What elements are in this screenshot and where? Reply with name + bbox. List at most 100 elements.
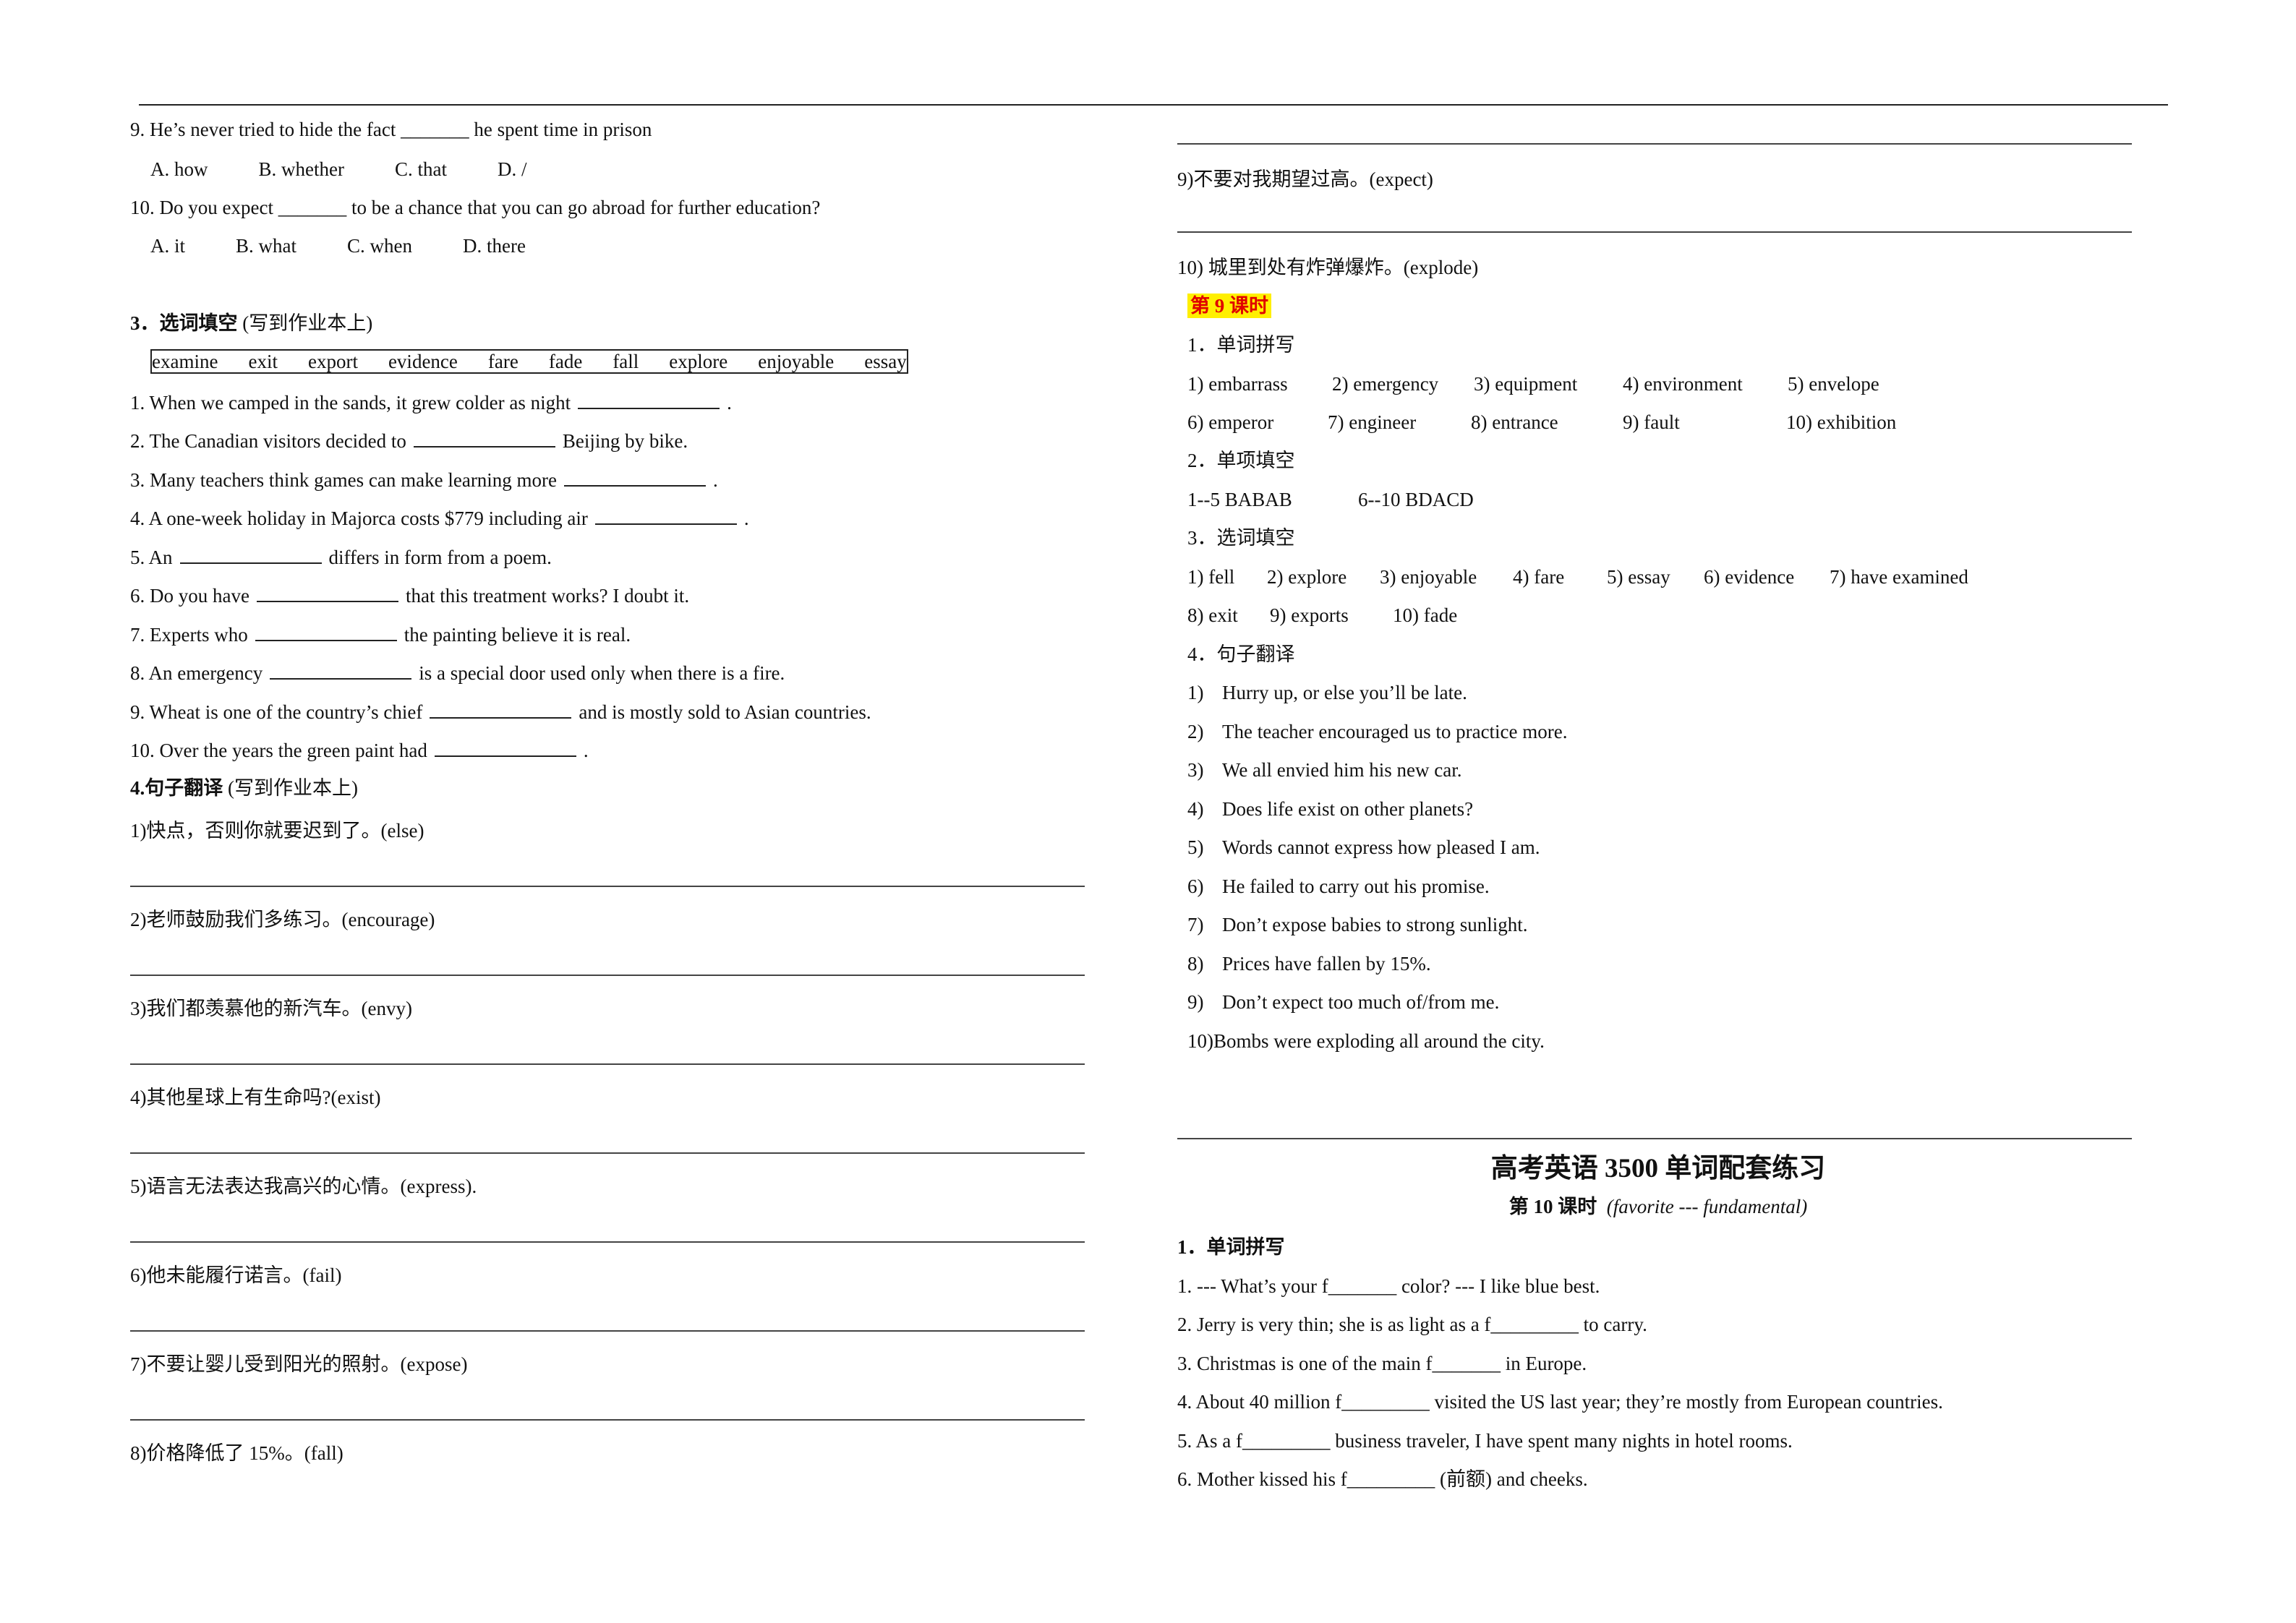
word-bank-item: export bbox=[307, 351, 358, 372]
mc-options-9: A. how B. whether C. that D. / bbox=[150, 157, 577, 181]
answer-blank[interactable] bbox=[430, 701, 572, 719]
mc-option: D. / bbox=[497, 158, 527, 180]
fill-item-text: Beijing by bike. bbox=[562, 430, 688, 452]
fill-item: 8. An emergency is a special door used on… bbox=[130, 661, 785, 685]
section-divider bbox=[1177, 1138, 2132, 1139]
answer-number: 1) bbox=[1187, 682, 1204, 703]
answer: 2) emergency bbox=[1332, 373, 1439, 395]
answer-number: 9) bbox=[1187, 991, 1204, 1013]
sentence-answer: 4) Does life exist on other planets? bbox=[1187, 797, 1473, 821]
fill-item-text: 9. Wheat is one of the country’s chief bbox=[130, 701, 423, 723]
answer-blank[interactable] bbox=[256, 585, 398, 602]
answer-blank[interactable] bbox=[434, 740, 576, 757]
answer-line bbox=[1177, 143, 2132, 145]
translation-prompt: 5)语言无法表达我高兴的心情。(express). bbox=[130, 1176, 477, 1197]
fill-item-text: is a special door used only when there i… bbox=[419, 662, 785, 684]
translation-prompt: 9)不要对我期望过高。(expect) bbox=[1177, 168, 1433, 190]
answer: 6--10 BDACD bbox=[1358, 489, 1474, 510]
answer: 6) evidence bbox=[1704, 566, 1795, 588]
answer: 4) environment bbox=[1623, 373, 1743, 395]
sentence-answer: 7) Don’t expose babies to strong sunlight… bbox=[1187, 912, 1527, 937]
answer-line bbox=[130, 1241, 1085, 1243]
sentence-answer: 1) Hurry up, or else you’ll be late. bbox=[1187, 680, 1467, 705]
mc-option: D. there bbox=[463, 235, 526, 257]
fill-item-text: . bbox=[713, 469, 718, 491]
fill-item-text: differs in form from a poem. bbox=[328, 547, 552, 568]
answer: 9) exports bbox=[1270, 604, 1349, 626]
answer-text: Prices have fallen by 15%. bbox=[1222, 953, 1431, 975]
answer-section-4-label: 4．句子翻译 bbox=[1187, 643, 1295, 665]
answer-line bbox=[130, 1063, 1085, 1065]
answer: 3) enjoyable bbox=[1380, 566, 1477, 588]
answer-text: The teacher encouraged us to practice mo… bbox=[1222, 721, 1568, 742]
answer-text: Hurry up, or else you’ll be late. bbox=[1222, 682, 1467, 703]
answer: 8) exit bbox=[1187, 604, 1238, 626]
answer-line bbox=[130, 1419, 1085, 1421]
answer: 10) fade bbox=[1393, 604, 1458, 626]
mc-option: A. it bbox=[150, 235, 186, 257]
word-bank-item: exit bbox=[248, 351, 278, 372]
answer-text: We all envied him his new car. bbox=[1222, 759, 1462, 781]
answer-section-3-label: 3．选词填空 bbox=[1187, 527, 1295, 549]
answer-number: 2) bbox=[1187, 721, 1204, 742]
word-bank-item: essay bbox=[864, 351, 907, 372]
fill-item-text: 10. Over the years the green paint had bbox=[130, 740, 427, 761]
sentence-answer: 6) He failed to carry out his promise. bbox=[1187, 874, 1490, 899]
translation-prompt: 7)不要让婴儿受到阳光的照射。(expose) bbox=[130, 1353, 468, 1375]
answer-section-1-label: 1．单词拼写 bbox=[1187, 334, 1295, 356]
word-bank-item: fall bbox=[613, 351, 639, 372]
mc-option: B. what bbox=[236, 235, 297, 257]
answer-text: Does life exist on other planets? bbox=[1222, 798, 1474, 820]
sentence-answer: 2) The teacher encouraged us to practice … bbox=[1187, 719, 1568, 744]
sentence-answer: 8) Prices have fallen by 15%. bbox=[1187, 951, 1431, 976]
answer: 1) fell bbox=[1187, 566, 1235, 588]
answer-blank[interactable] bbox=[179, 547, 322, 564]
fill-item-text: 8. An emergency bbox=[130, 662, 263, 684]
fill-item: 7. Experts who the painting believe it is… bbox=[130, 622, 631, 647]
answer-blank[interactable] bbox=[255, 624, 397, 641]
lesson-10-range: (favorite --- fundamental) bbox=[1606, 1196, 1808, 1217]
fill-item-text: 1. When we camped in the sands, it grew … bbox=[130, 392, 571, 414]
fill-item: 4. A one-week holiday in Majorca costs $… bbox=[130, 506, 749, 531]
fill-item-text: 4. A one-week holiday in Majorca costs $… bbox=[130, 508, 588, 529]
answer: 5) envelope bbox=[1788, 373, 1879, 395]
answer-blank[interactable] bbox=[270, 662, 412, 680]
lesson-10-label: 第 10 课时 bbox=[1508, 1196, 1597, 1217]
lesson-10-heading: 第 10 课时 (favorite --- fundamental) bbox=[1177, 1194, 2139, 1219]
answer-line bbox=[130, 975, 1085, 976]
spelling-item: 5. As a f_________ business traveler, I … bbox=[1177, 1430, 1793, 1452]
translation-prompt: 6)他未能履行诺言。(fail) bbox=[130, 1264, 342, 1286]
answer: 4) fare bbox=[1513, 566, 1565, 588]
word-bank-item: enjoyable bbox=[758, 351, 835, 372]
fill-item-text: 5. An bbox=[130, 547, 173, 568]
answer: 7) have examined bbox=[1830, 566, 1968, 588]
fill-item-text: . bbox=[743, 508, 749, 529]
section-4-note: (写到作业本上) bbox=[228, 777, 358, 799]
worksheet-page: 9. He’s never tried to hide the fact ___… bbox=[0, 0, 2296, 1623]
translation-prompt: 1)快点，否则你就要迟到了。(else) bbox=[130, 820, 424, 842]
lesson-9-highlight: 第 9 课时 bbox=[1187, 294, 1271, 318]
word-bank-item: fade bbox=[548, 351, 583, 372]
sentence-answer: 9) Don’t expect too much of/from me. bbox=[1187, 990, 1499, 1014]
translation-prompt: 4)其他星球上有生命吗?(exist) bbox=[130, 1087, 381, 1108]
answer-blank[interactable] bbox=[564, 469, 707, 487]
answer-blank[interactable] bbox=[578, 392, 720, 409]
section-4-number: 4.句子翻译 bbox=[130, 777, 223, 799]
answer: 9) fault bbox=[1623, 411, 1680, 433]
spelling-answers-row-2: 6) emperor 7) engineer 8) entrance 9) fault… bbox=[1187, 410, 1896, 434]
section-3-note: (写到作业本上) bbox=[242, 312, 373, 334]
answer-line bbox=[1177, 231, 2132, 233]
answer: 3) equipment bbox=[1474, 373, 1578, 395]
fill-item-text: that this treatment works? I doubt it. bbox=[405, 585, 690, 607]
answer-number: 3) bbox=[1187, 759, 1204, 781]
answer-text: Don’t expect too much of/from me. bbox=[1222, 991, 1500, 1013]
answer-number: 7) bbox=[1187, 914, 1204, 935]
spelling-item: 6. Mother kissed his f_________ (前额) and… bbox=[1177, 1468, 1588, 1490]
answer-blank[interactable] bbox=[594, 508, 737, 525]
fill-answers-row-2: 8) exit 9) exports 10) fade bbox=[1187, 603, 1457, 628]
lesson-9-label: 第 9 课时 bbox=[1187, 294, 1271, 318]
fill-item-text: . bbox=[727, 392, 732, 414]
spelling-item: 2. Jerry is very thin; she is as light a… bbox=[1177, 1314, 1647, 1335]
answer-blank[interactable] bbox=[413, 430, 555, 447]
answer-text: Words cannot express how pleased I am. bbox=[1222, 836, 1540, 858]
